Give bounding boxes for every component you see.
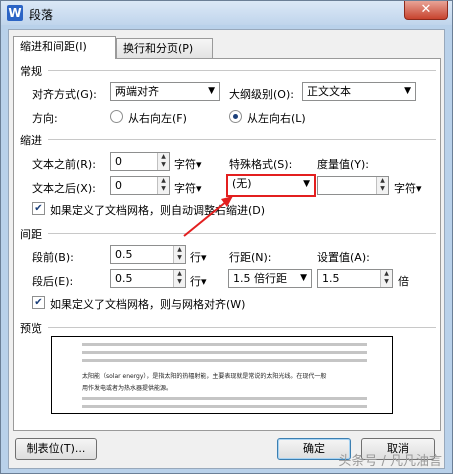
- tab-indent-spacing[interactable]: 缩进和间距(I): [13, 36, 116, 59]
- paragraph-dialog: W 段落 ✕ 缩进和间距(I) 换行和分页(P) 常规 对齐方式(G): 两端对…: [0, 0, 453, 474]
- annotation-arrow-icon: [183, 196, 233, 237]
- watermark: 头条号 / 凡凡油言: [338, 454, 442, 469]
